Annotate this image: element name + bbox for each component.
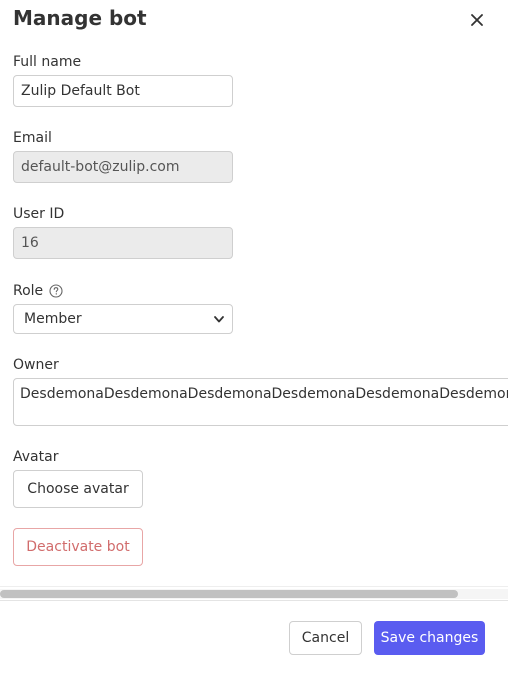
close-icon	[471, 14, 483, 26]
full-name-label-text: Full name	[13, 54, 82, 70]
avatar-label-text: Avatar	[13, 449, 59, 465]
content-divider	[0, 586, 508, 587]
role-select-value: Member	[24, 311, 82, 327]
footer-divider	[0, 600, 508, 601]
full-name-input[interactable]	[13, 75, 233, 107]
deactivate-bot-button[interactable]: Deactivate bot	[13, 528, 143, 566]
user-id-label: User ID	[13, 206, 64, 222]
owner-field[interactable]: DesdemonaDesdemonaDesdemonaDesdemonaDesd…	[13, 378, 508, 426]
manage-bot-modal: Manage bot Full name Email User ID Role …	[0, 0, 508, 673]
email-label-text: Email	[13, 130, 52, 146]
close-button[interactable]	[466, 9, 488, 31]
user-id-label-text: User ID	[13, 206, 65, 222]
horizontal-scrollbar-thumb[interactable]	[0, 590, 458, 598]
choose-avatar-button[interactable]: Choose avatar	[13, 470, 143, 508]
owner-label: Owner	[13, 357, 59, 373]
email-label: Email	[13, 130, 52, 146]
email-input	[13, 151, 233, 183]
user-id-input	[13, 227, 233, 259]
help-circle-icon[interactable]	[49, 284, 63, 298]
avatar-label: Avatar	[13, 449, 58, 465]
full-name-label: Full name	[13, 54, 81, 70]
cancel-button[interactable]: Cancel	[289, 621, 362, 655]
owner-label-text: Owner	[13, 357, 59, 373]
role-select[interactable]: Member	[13, 304, 233, 334]
role-label-text: Role	[13, 283, 44, 299]
modal-title: Manage bot	[13, 6, 147, 30]
owner-value: DesdemonaDesdemonaDesdemonaDesdemonaDesd…	[20, 386, 508, 402]
save-changes-button[interactable]: Save changes	[374, 621, 485, 655]
role-label: Role	[13, 283, 63, 299]
chevron-down-icon	[214, 315, 224, 322]
